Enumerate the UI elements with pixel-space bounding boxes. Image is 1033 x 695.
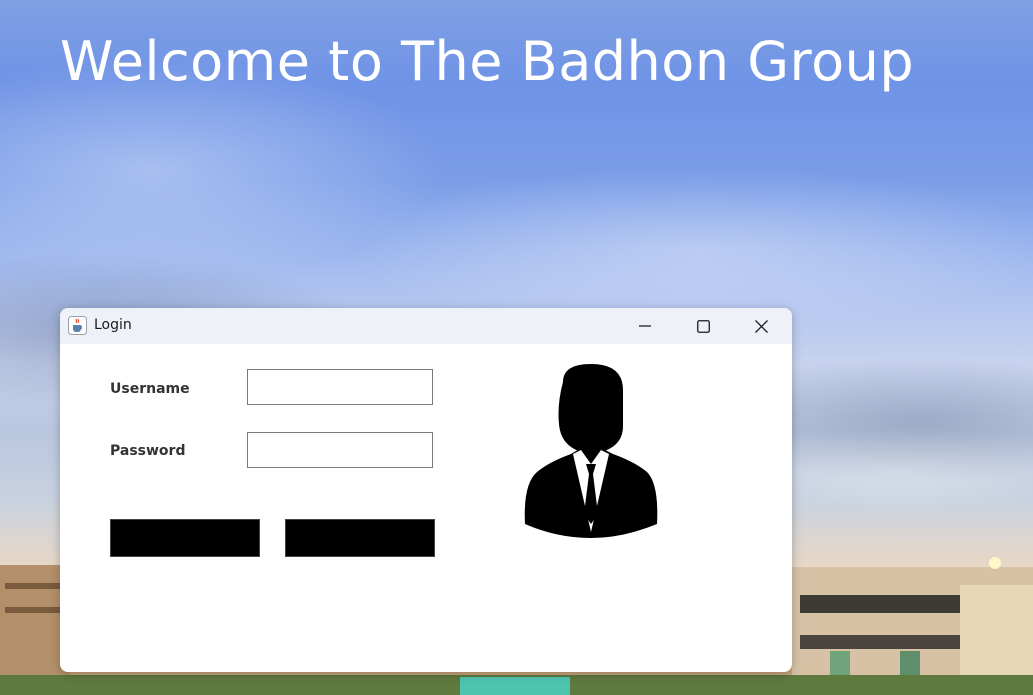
password-input[interactable] xyxy=(247,432,433,468)
login-button[interactable] xyxy=(110,519,260,557)
window-title: Login xyxy=(94,317,132,333)
password-label: Password xyxy=(110,443,186,459)
minimize-button[interactable] xyxy=(616,308,674,344)
username-label: Username xyxy=(110,381,190,397)
user-businessman-icon xyxy=(524,364,658,538)
window-title-bar[interactable]: Login xyxy=(60,308,792,344)
minimize-icon xyxy=(639,325,651,327)
login-window: Login Username Password xyxy=(60,308,792,672)
cancel-button[interactable] xyxy=(285,519,435,557)
java-cup-icon xyxy=(68,316,87,335)
welcome-title: Welcome to The Badhon Group xyxy=(60,30,915,93)
close-button[interactable] xyxy=(732,308,790,344)
username-input[interactable] xyxy=(247,369,433,405)
close-icon xyxy=(754,319,768,333)
maximize-icon xyxy=(696,319,710,333)
maximize-button[interactable] xyxy=(674,308,732,344)
